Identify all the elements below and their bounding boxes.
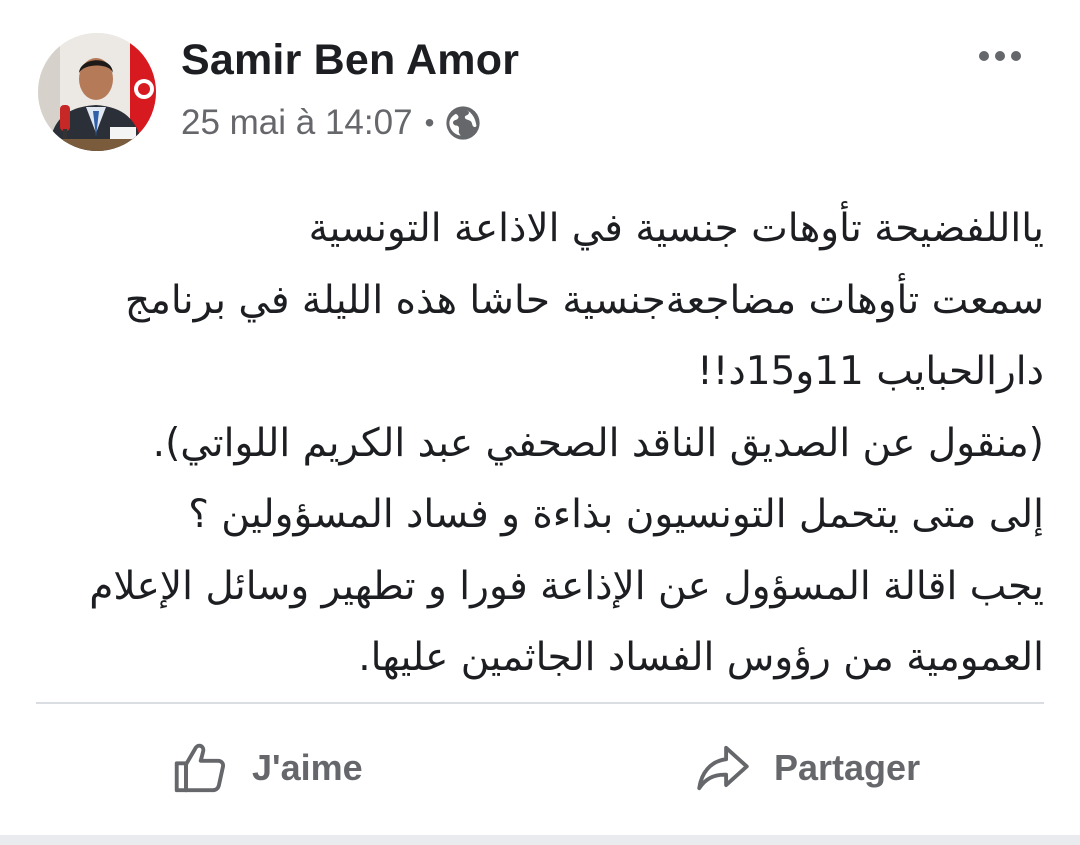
actions-divider: [36, 702, 1044, 704]
share-arrow-icon: [697, 745, 749, 791]
like-button[interactable]: J'aime: [170, 736, 363, 800]
share-label: Partager: [774, 747, 921, 788]
globe-icon: [446, 106, 480, 140]
post-text: يااللفضيحة تأوهات جنسية في الاذاعة التون…: [40, 193, 1044, 694]
more-options-button[interactable]: [968, 40, 1032, 72]
post-meta: 25 mai à 14:07 •: [181, 101, 482, 145]
meta-separator: •: [424, 107, 435, 138]
author-name[interactable]: Samir Ben Amor: [181, 36, 519, 85]
post-text-line: دارالحبايب 11و15د!!: [697, 349, 1044, 394]
post-text-line: (منقول عن الصديق الناقد الصحفي عبد الكري…: [152, 420, 1044, 466]
feed-separator: [0, 835, 1080, 845]
post-text-line: سمعت تأوهات مضاجعةجنسية حاشا هذه الليلة …: [124, 277, 1044, 323]
facebook-post: Samir Ben Amor 25 mai à 14:07 • يااللفضي…: [0, 0, 1080, 845]
post-timestamp[interactable]: 25 mai à 14:07: [181, 103, 413, 143]
more-options-dot: [995, 51, 1005, 61]
post-text-line: يااللفضيحة تأوهات جنسية في الاذاعة التون…: [308, 206, 1044, 251]
more-options-icon: [979, 51, 989, 61]
thumbs-up-icon: [174, 743, 226, 793]
more-options-dot: [1011, 51, 1021, 61]
post-text-line: العمومية من رؤوس الفساد الجاثمين عليها.: [358, 635, 1044, 680]
share-button[interactable]: Partager: [692, 736, 920, 800]
post-text-line: يجب اقالة المسؤول عن الإذاعة فورا و تطهي…: [89, 563, 1044, 609]
author-avatar[interactable]: [38, 33, 156, 151]
post-text-line: إلى متى يتحمل التونسيون بذاءة و فساد الم…: [188, 492, 1044, 537]
avatar-photo: [38, 33, 156, 151]
like-label: J'aime: [252, 747, 363, 788]
